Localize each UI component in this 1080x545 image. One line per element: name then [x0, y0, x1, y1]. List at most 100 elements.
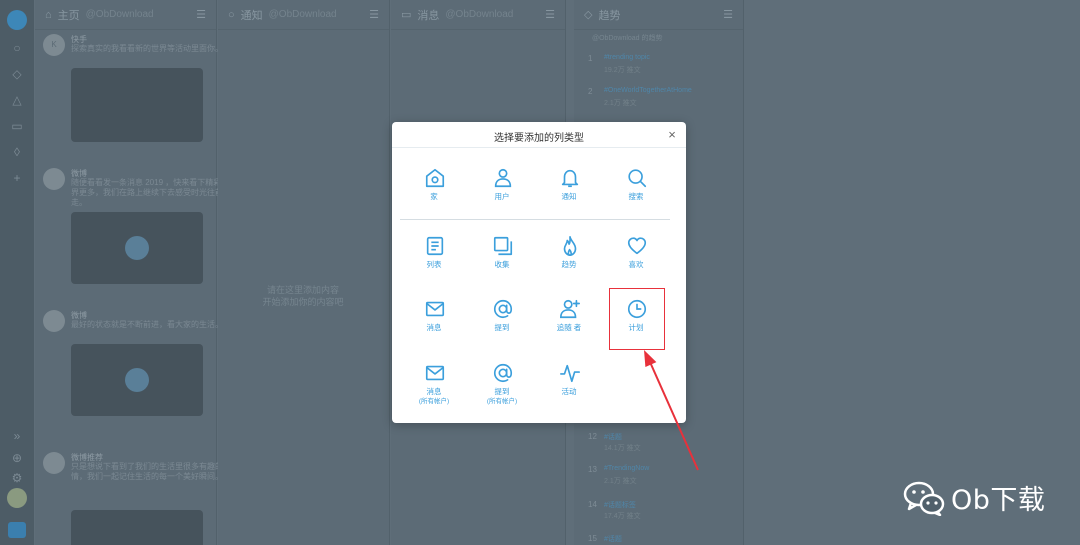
column-type-followers[interactable]: 追随 者: [539, 298, 599, 356]
column-type-mentions-all-accounts[interactable]: 提到 (所有帐户): [472, 362, 532, 420]
option-label: 搜索: [628, 192, 644, 201]
home-icon: ⌂: [45, 8, 52, 21]
trends-header: @ObDownload 的趋势: [592, 35, 663, 42]
search-icon[interactable]: ○: [9, 40, 25, 56]
column-header: ○ 通知 @ObDownload ☰: [218, 0, 389, 30]
watermark: Ob下载: [903, 478, 1045, 517]
option-label: 用户: [494, 192, 510, 201]
column-account: @ObDownload: [268, 9, 337, 20]
trend-rank: 2: [588, 87, 593, 96]
column-type-likes[interactable]: 喜欢: [606, 235, 666, 293]
column-type-search[interactable]: 搜索: [606, 167, 666, 225]
tweet-image[interactable]: [71, 510, 203, 545]
column-account: @ObDownload: [445, 9, 514, 20]
heart-icon: [627, 237, 647, 255]
add-column-modal: 选择要添加的列类型 × 家 用户 通知 搜索 列表 收集 趋势 喜欢 消息 提到…: [392, 122, 686, 423]
avatar: K: [43, 34, 65, 56]
tweet-image[interactable]: [71, 68, 203, 142]
expand-icon[interactable]: »: [9, 428, 25, 444]
option-label: 提到: [494, 387, 510, 396]
column-title: 消息: [417, 9, 440, 22]
empty-message: 请在这里添加内容 开始添加你的内容吧: [218, 284, 388, 308]
column-type-mentions[interactable]: 提到: [472, 298, 532, 356]
mail-icon[interactable]: ▭: [9, 118, 25, 134]
option-sublabel: (所有帐户): [486, 398, 518, 405]
close-icon[interactable]: ×: [665, 128, 679, 142]
app-logo-icon[interactable]: [7, 10, 27, 30]
column-type-activity[interactable]: 活动: [539, 362, 599, 420]
trend-name[interactable]: #话题: [604, 432, 622, 442]
column-type-messages[interactable]: 消息: [404, 298, 464, 356]
trend-name[interactable]: #OneWorldTogetherAtHome: [604, 87, 692, 94]
column-header: ▭ 消息 @ObDownload ☰: [391, 0, 565, 30]
trend-count: 19.2万 推文: [604, 67, 641, 74]
tweet[interactable]: 微博 随便看看发一条消息 2019 ，快来看下精彩世界更多，我们在路上继续下去感…: [43, 168, 239, 308]
tweet-text: 只是想说下看到了我们的生活里很多有趣的事情，我们一起记住生活的每一个美好瞬间。: [71, 462, 231, 481]
column-notifications: ○ 通知 @ObDownload ☰ 请在这里添加内容 开始添加你的内容吧: [218, 0, 390, 545]
column-type-messages-all-accounts[interactable]: 消息 (所有帐户): [404, 362, 464, 420]
avatar: [43, 452, 65, 474]
avatar: [43, 310, 65, 332]
bell-icon[interactable]: △: [9, 92, 25, 108]
column-options-icon[interactable]: ☰: [545, 8, 555, 21]
option-sublabel: (所有帐户): [418, 398, 450, 405]
column-title: 趋势: [598, 9, 621, 22]
flame-icon[interactable]: ◊: [9, 144, 25, 160]
trend-count: 2.1万 推文: [604, 478, 637, 485]
avatar: [43, 168, 65, 190]
column-title: 主页: [57, 9, 80, 22]
settings-icon[interactable]: ⚙: [9, 470, 25, 486]
mail-icon: ▭: [401, 9, 412, 21]
trend-name[interactable]: #话题标签: [604, 500, 636, 510]
option-label: 提到: [494, 323, 510, 332]
option-label: 消息: [426, 387, 442, 396]
tweet[interactable]: 微博推荐 只是想说下看到了我们的生活里很多有趣的事情，我们一起记住生活的每一个美…: [43, 452, 239, 545]
nav-rail: ○ ◇ △ ▭ ◊ + » ⊕ ⚙: [0, 0, 34, 545]
column-title: 通知: [240, 9, 263, 22]
home-icon[interactable]: ◇: [9, 66, 25, 82]
add-column-icon[interactable]: +: [9, 170, 25, 186]
trend-count: 14.1万 推文: [604, 445, 641, 452]
column-options-icon[interactable]: ☰: [723, 8, 733, 21]
trend-rank: 13: [588, 465, 597, 474]
trend-name[interactable]: #trending topic: [604, 54, 650, 61]
trend-rank: 1: [588, 54, 593, 63]
option-label: 通知: [561, 192, 577, 201]
accounts-icon[interactable]: ⊕: [9, 450, 25, 466]
option-label: 消息: [426, 323, 442, 332]
column-type-collection[interactable]: 收集: [472, 235, 532, 293]
column-options-icon[interactable]: ☰: [369, 8, 379, 21]
divider: [400, 219, 670, 220]
option-label: 收集: [494, 260, 510, 269]
empty-message-line: 开始添加你的内容吧: [262, 297, 344, 307]
play-icon[interactable]: [125, 368, 149, 392]
trend-name[interactable]: #TrendingNow: [604, 465, 649, 472]
tweet-text: 最好的状态就是不断前进，看大家的生活。: [71, 320, 223, 329]
trend-count: 2.1万 推文: [604, 100, 637, 107]
column-options-icon[interactable]: ☰: [196, 8, 206, 21]
column-type-notifications[interactable]: 通知: [539, 167, 599, 225]
tweet-video[interactable]: [71, 344, 203, 416]
user-icon: [494, 168, 512, 188]
trend-count: 17.4万 推文: [604, 513, 641, 520]
play-icon[interactable]: [125, 236, 149, 260]
tweet[interactable]: 微博 最好的状态就是不断前进，看大家的生活。: [43, 310, 239, 430]
watermark-text: Ob下载: [951, 485, 1046, 516]
modal-title: 选择要添加的列类型: [494, 133, 584, 144]
trend-name[interactable]: #话题: [604, 534, 622, 544]
option-label: 趋势: [561, 260, 577, 269]
column-type-trends[interactable]: 趋势: [539, 235, 599, 293]
column-home: ⌂ 主页 @ObDownload ☰ K 快手 探索真实的我看看新的世界等活动里…: [35, 0, 231, 545]
option-label: 追随 者: [556, 323, 582, 332]
column-type-list[interactable]: 列表: [404, 235, 464, 293]
wechat-icon: [903, 481, 945, 516]
add-user-icon: [560, 299, 580, 319]
twitter-bird-icon[interactable]: [8, 522, 26, 538]
column-header: ⌂ 主页 @ObDownload ☰: [35, 0, 216, 30]
tweet[interactable]: K 快手 探索真实的我看看新的世界等活动里面你。: [43, 34, 239, 154]
column-type-home[interactable]: 家: [404, 167, 464, 225]
tweet-video[interactable]: [71, 212, 203, 284]
avatar[interactable]: [7, 488, 27, 508]
column-type-user[interactable]: 用户: [472, 167, 532, 225]
mail-icon: [425, 301, 445, 317]
